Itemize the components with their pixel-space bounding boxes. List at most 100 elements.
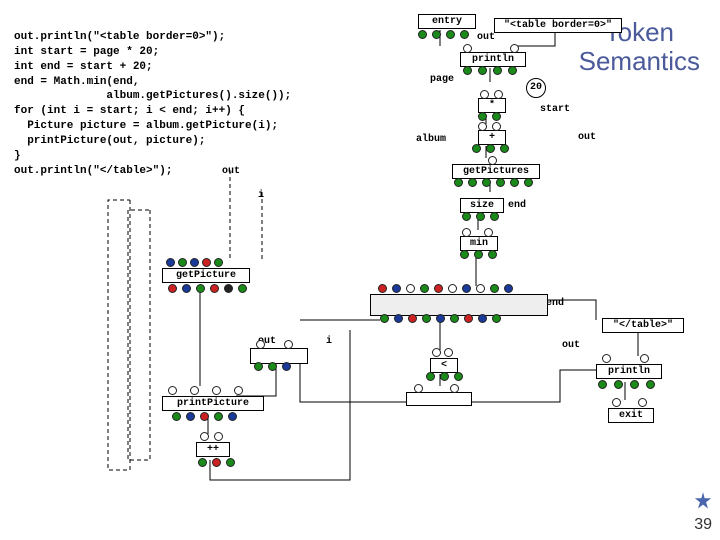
token-dot bbox=[478, 314, 487, 323]
token-dot bbox=[440, 372, 449, 381]
port-dot bbox=[214, 432, 223, 441]
node-lt: < bbox=[430, 358, 458, 373]
token-dot bbox=[200, 412, 209, 421]
token-dot bbox=[238, 284, 247, 293]
token-dot bbox=[524, 178, 533, 187]
token-dot bbox=[202, 258, 211, 267]
token-dot bbox=[460, 250, 469, 259]
token-dot bbox=[492, 112, 501, 121]
token-dot bbox=[196, 284, 205, 293]
label-out-top: out bbox=[477, 32, 495, 43]
node-printPicture: printPicture bbox=[162, 396, 264, 411]
token-dot bbox=[168, 284, 177, 293]
token-dot bbox=[186, 412, 195, 421]
token-dot bbox=[462, 284, 471, 293]
token-dot bbox=[210, 284, 219, 293]
token-dot bbox=[598, 380, 607, 389]
token-dot bbox=[190, 258, 199, 267]
node-loop-header bbox=[370, 294, 548, 316]
label-start: start bbox=[540, 104, 570, 115]
port-dot bbox=[432, 348, 441, 357]
token-dot bbox=[462, 212, 471, 221]
token-dot bbox=[478, 112, 487, 121]
token-dot bbox=[500, 144, 509, 153]
node-getPicture: getPicture bbox=[162, 268, 250, 283]
token-dot bbox=[614, 380, 623, 389]
token-dot bbox=[226, 458, 235, 467]
label-out-right: out bbox=[562, 340, 580, 351]
port-dot bbox=[284, 340, 293, 349]
port-dot bbox=[406, 284, 415, 293]
node-star: * bbox=[478, 98, 506, 113]
port-dot bbox=[478, 122, 487, 131]
token-dot bbox=[228, 412, 237, 421]
token-dot bbox=[166, 258, 175, 267]
token-dot bbox=[418, 30, 427, 39]
token-dot bbox=[224, 284, 233, 293]
node-getPictures: getPictures bbox=[452, 164, 540, 179]
port-dot bbox=[414, 384, 423, 393]
node-println1: println bbox=[460, 52, 526, 67]
port-dot bbox=[444, 348, 453, 357]
token-dot bbox=[454, 178, 463, 187]
token-dot bbox=[504, 284, 513, 293]
label-out-mid: out bbox=[578, 132, 596, 143]
node-min: min bbox=[460, 236, 498, 251]
label-album: album bbox=[416, 134, 446, 145]
edge-layer bbox=[0, 0, 720, 540]
node-println2: println bbox=[596, 364, 662, 379]
label-end2: end bbox=[546, 298, 564, 309]
port-dot bbox=[200, 432, 209, 441]
token-dot bbox=[214, 258, 223, 267]
token-dot bbox=[460, 30, 469, 39]
port-dot bbox=[450, 384, 459, 393]
token-dot bbox=[493, 66, 502, 75]
port-dot bbox=[638, 398, 647, 407]
token-dot bbox=[172, 412, 181, 421]
port-dot bbox=[448, 284, 457, 293]
port-dot bbox=[234, 386, 243, 395]
port-dot bbox=[492, 122, 501, 131]
port-dot bbox=[476, 284, 485, 293]
token-dot bbox=[436, 314, 445, 323]
label-out-left: out bbox=[222, 166, 240, 177]
node-closetbl: "</table>" bbox=[602, 318, 684, 333]
token-dot bbox=[212, 458, 221, 467]
token-dot bbox=[482, 178, 491, 187]
token-dot bbox=[434, 284, 443, 293]
token-dot bbox=[394, 314, 403, 323]
token-dot bbox=[646, 380, 655, 389]
node-branch bbox=[406, 392, 472, 406]
token-dot bbox=[492, 314, 501, 323]
node-pp: ++ bbox=[196, 442, 230, 457]
token-dot bbox=[408, 314, 417, 323]
token-dot bbox=[450, 314, 459, 323]
label-page: page bbox=[430, 74, 454, 85]
token-dot bbox=[510, 178, 519, 187]
token-dot bbox=[490, 284, 499, 293]
token-dot bbox=[472, 144, 481, 153]
token-dot bbox=[478, 66, 487, 75]
port-dot bbox=[602, 354, 611, 363]
token-dot bbox=[380, 314, 389, 323]
token-dot bbox=[268, 362, 277, 371]
port-dot bbox=[212, 386, 221, 395]
token-dot bbox=[508, 66, 517, 75]
port-dot bbox=[190, 386, 199, 395]
token-dot bbox=[182, 284, 191, 293]
token-dot bbox=[432, 30, 441, 39]
node-plus: + bbox=[478, 130, 506, 145]
token-dot bbox=[468, 178, 477, 187]
token-dot bbox=[486, 144, 495, 153]
port-dot bbox=[488, 156, 497, 165]
token-dot bbox=[214, 412, 223, 421]
port-dot bbox=[168, 386, 177, 395]
node-entry: entry bbox=[418, 14, 476, 29]
token-dot bbox=[463, 66, 472, 75]
token-dot bbox=[378, 284, 387, 293]
token-dot bbox=[420, 284, 429, 293]
token-dot bbox=[198, 458, 207, 467]
token-dot bbox=[630, 380, 639, 389]
node-tbl-literal: "<table border=0>" bbox=[494, 18, 622, 33]
token-dot bbox=[282, 362, 291, 371]
